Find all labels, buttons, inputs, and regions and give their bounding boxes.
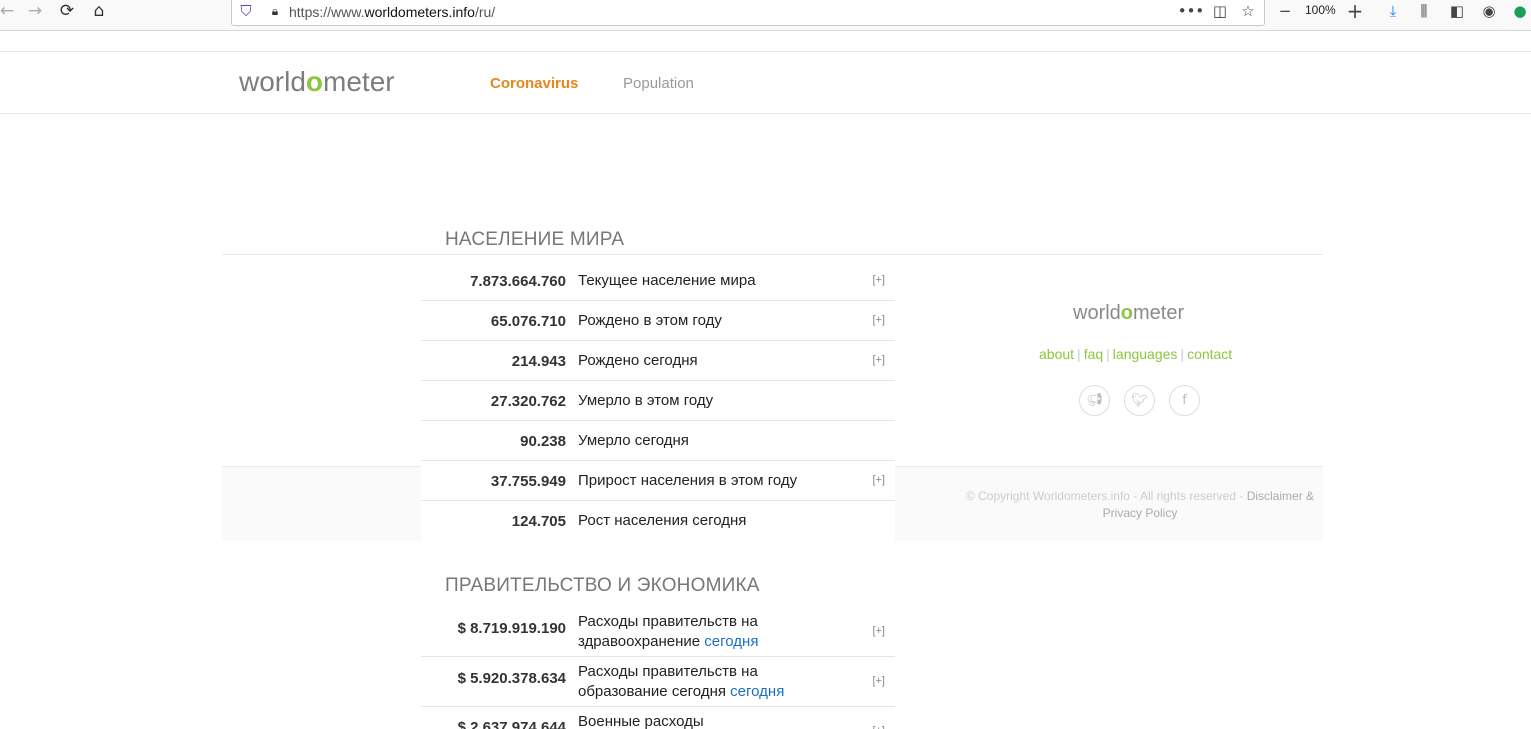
counter-row: 214.943 Рождено сегодня [+] bbox=[421, 341, 895, 381]
counter-value: 7.873.664.760 bbox=[470, 273, 566, 290]
zoom-level[interactable]: 100% bbox=[1305, 3, 1336, 17]
disclaimer-link[interactable]: Disclaimer & bbox=[1247, 489, 1314, 503]
counter-label: Прирост населения в этом году bbox=[578, 472, 798, 489]
about-link[interactable]: about bbox=[1039, 346, 1074, 362]
today-link[interactable]: сегодня bbox=[704, 633, 758, 650]
counter-value: 37.755.949 bbox=[490, 473, 566, 490]
section-title-population: НАСЕЛЕНИЕ МИРА bbox=[445, 229, 625, 250]
section-title-economy: ПРАВИТЕЛЬСТВО И ЭКОНОМИКА bbox=[445, 575, 760, 596]
zoom-in-icon[interactable]: + bbox=[1344, 0, 1366, 23]
counter-value: 90.238 bbox=[520, 433, 566, 450]
back-icon[interactable]: ← bbox=[0, 0, 20, 22]
page-actions-icon[interactable]: ••• bbox=[1178, 1, 1205, 21]
today-link[interactable]: сегодня bbox=[730, 683, 784, 700]
bookmark-star-icon[interactable]: ☆ bbox=[1237, 1, 1259, 21]
sidebar-icon[interactable]: ◧ bbox=[1446, 1, 1468, 21]
account-icon[interactable]: ◉ bbox=[1478, 1, 1500, 21]
megaphone-icon[interactable]: 📢︎ bbox=[1079, 385, 1110, 416]
expand-toggle[interactable]: [+] bbox=[872, 725, 885, 729]
counter-label: Умерло сегодня bbox=[578, 432, 689, 449]
languages-link[interactable]: languages bbox=[1113, 346, 1178, 362]
counter-row: $ 5.920.378.634 Расходы правительств на о… bbox=[421, 657, 895, 707]
counter-value: $ 8.719.919.190 bbox=[457, 620, 566, 637]
counter-label: Расходы правительств на здравоохранение с… bbox=[578, 613, 759, 650]
counter-value: $ 5.920.378.634 bbox=[457, 670, 566, 687]
shield-icon[interactable]: ⛉ bbox=[235, 1, 257, 21]
privacy-link[interactable]: Privacy Policy bbox=[1103, 506, 1178, 520]
counter-label: Военные расходы bbox=[578, 713, 704, 729]
counter-row: 124.705 Рост населения сегодня bbox=[421, 501, 895, 541]
reload-icon[interactable]: ⟳ bbox=[54, 0, 80, 22]
expand-toggle[interactable]: [+] bbox=[872, 354, 885, 366]
counter-row: 7.873.664.760 Текущее население мира [+] bbox=[421, 261, 895, 301]
contact-link[interactable]: contact bbox=[1187, 346, 1232, 362]
pocket-icon[interactable]: ◫ bbox=[1209, 1, 1231, 21]
sidebar-logo[interactable]: worldometer bbox=[1073, 302, 1184, 325]
counter-label: Рождено в этом году bbox=[578, 312, 722, 329]
expand-toggle[interactable]: [+] bbox=[872, 474, 885, 486]
counter-label: Рост населения сегодня bbox=[578, 512, 747, 529]
counter-row: $ 8.719.919.190 Расходы правительств на з… bbox=[421, 607, 895, 657]
url-text[interactable]: https://www.worldometers.info/ru/ bbox=[289, 4, 495, 20]
expand-toggle[interactable]: [+] bbox=[872, 675, 885, 687]
sidebar-links: about | faq | languages | contact bbox=[1039, 346, 1233, 362]
url-bar[interactable]: ⛉ 🔒︎ https://www.worldometers.info/ru/ •… bbox=[231, 0, 1265, 26]
counter-row: 37.755.949 Прирост населения в этом году… bbox=[421, 461, 895, 501]
facebook-icon[interactable]: f bbox=[1169, 385, 1200, 416]
counter-label: Расходы правительств на образование сегод… bbox=[578, 663, 785, 700]
counter-value: 124.705 bbox=[511, 513, 566, 530]
expand-toggle[interactable]: [+] bbox=[872, 314, 885, 326]
counter-label: Рождено сегодня bbox=[578, 352, 698, 369]
expand-toggle[interactable]: [+] bbox=[872, 625, 885, 637]
expand-toggle[interactable]: [+] bbox=[872, 274, 885, 286]
counter-value: 214.943 bbox=[511, 353, 566, 370]
site-logo[interactable]: worldometer bbox=[239, 66, 395, 98]
zoom-out-icon[interactable]: − bbox=[1274, 1, 1296, 21]
nav-coronavirus[interactable]: Coronavirus bbox=[490, 75, 578, 92]
nav-population[interactable]: Population bbox=[623, 75, 694, 92]
counter-row: $ 2.637.974.644 Военные расходы [+] bbox=[421, 707, 895, 729]
section-divider bbox=[222, 254, 1323, 255]
browser-toolbar: ← → ⟳ ⌂ ⛉ 🔒︎ https://www.worldometers.in… bbox=[0, 0, 1531, 31]
footer-copyright: © Copyright Worldometers.info - All righ… bbox=[965, 489, 1315, 520]
counter-value: 65.076.710 bbox=[490, 313, 566, 330]
download-icon[interactable]: ⤓ bbox=[1382, 1, 1404, 21]
faq-link[interactable]: faq bbox=[1084, 346, 1103, 362]
extension-icon[interactable]: ● bbox=[1509, 1, 1531, 21]
lock-icon[interactable]: 🔒︎ bbox=[264, 1, 286, 21]
counter-label: Умерло в этом году bbox=[578, 392, 714, 409]
counter-value: 27.320.762 bbox=[490, 393, 566, 410]
counter-value: $ 2.637.974.644 bbox=[457, 719, 566, 729]
forward-icon[interactable]: → bbox=[22, 0, 48, 22]
twitter-icon[interactable]: 🐦︎ bbox=[1124, 385, 1155, 416]
counter-label: Текущее население мира bbox=[578, 272, 756, 289]
counter-row: 90.238 Умерло сегодня bbox=[421, 421, 895, 461]
site-header: worldometer Coronavirus Population bbox=[0, 51, 1531, 114]
home-icon[interactable]: ⌂ bbox=[86, 0, 112, 22]
counter-row: 27.320.762 Умерло в этом году bbox=[421, 381, 895, 421]
counter-row: 65.076.710 Рождено в этом году [+] bbox=[421, 301, 895, 341]
library-icon[interactable]: ⫼ bbox=[1413, 1, 1435, 21]
